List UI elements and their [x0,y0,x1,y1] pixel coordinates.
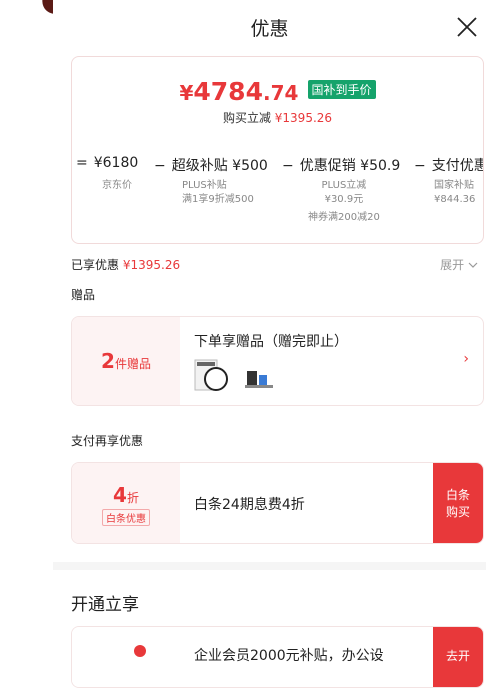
gift-count: 2件赠品 [101,349,151,373]
member-offer-text: 企业会员2000元补贴，办公设 [194,648,384,664]
open-member-title: 开通立享 [71,595,139,615]
sheet-header: 优惠 [53,0,486,56]
final-price: ¥4784.74 [179,77,299,106]
formula-super-subsidy-sub: PLUS补贴 满1享9折减500 [182,180,254,205]
formula-promotion-sub: PLUS立减 ¥30.9元 神券满200减20 [308,180,380,223]
section-divider [53,562,486,570]
member-icon [134,645,146,657]
filter-ring-icon [194,359,228,391]
formula-jd-price: = ¥6180 [76,155,139,171]
payment-discount: 4折 白条优惠 [72,483,180,526]
payment-section-label: 支付再享优惠 [71,434,144,448]
close-icon[interactable] [454,14,480,40]
discount-sheet: 优惠 ¥4784.74 国补到手价 购买立减 ¥1395.26 = ¥6180 京… [53,0,486,688]
chevron-down-icon [468,262,478,268]
formula-payment-discount: − 支付优惠 [414,158,484,174]
instant-reduction: 购买立减 ¥1395.26 [222,111,333,125]
formula-jd-price-sub: 京东价 [102,180,132,191]
expand-button[interactable]: 展开 [440,256,478,273]
price-formula: = ¥6180 京东价 − 超级补贴 ¥500 PLUS补贴 满1享9折减500 −… [72,155,483,235]
payment-offer-text: 白条24期息费4折 [194,497,305,513]
sheet-title: 优惠 [250,18,289,40]
lens-accessory-icon [245,371,274,388]
gift-card[interactable]: 2件赠品 下单享赠品（赠完即止） › [71,316,484,406]
gift-arrow-icon: › [463,351,469,367]
formula-super-subsidy: − 超级补贴 ¥500 [154,158,268,174]
gift-section-label: 赠品 [71,288,96,302]
enjoyed-discount: 已享优惠 ¥1395.26 [71,258,181,272]
gift-title: 下单享赠品（赠完即止） [194,334,348,350]
baitiao-buy-button[interactable]: 白条购买 [433,463,483,543]
price-breakdown-card: ¥4784.74 国补到手价 购买立减 ¥1395.26 = ¥6180 京东价 … [71,56,484,244]
formula-payment-discount-sub: 国家补贴 ¥844.36 [434,180,476,205]
member-offer-card[interactable]: 企业会员2000元补贴，办公设 去开 [71,626,484,688]
baitiao-tag: 白条优惠 [102,509,150,526]
gift-images [194,359,279,397]
national-subsidy-badge: 国补到手价 [307,80,376,99]
final-price-row: ¥4784.74 国补到手价 [72,77,483,106]
member-icon-panel [72,627,180,687]
member-open-button[interactable]: 去开 [433,627,483,687]
payment-offer-card[interactable]: 4折 白条优惠 白条24期息费4折 白条购买 [71,462,484,544]
formula-promotion: − 优惠促销 ¥50.9 [282,158,401,174]
